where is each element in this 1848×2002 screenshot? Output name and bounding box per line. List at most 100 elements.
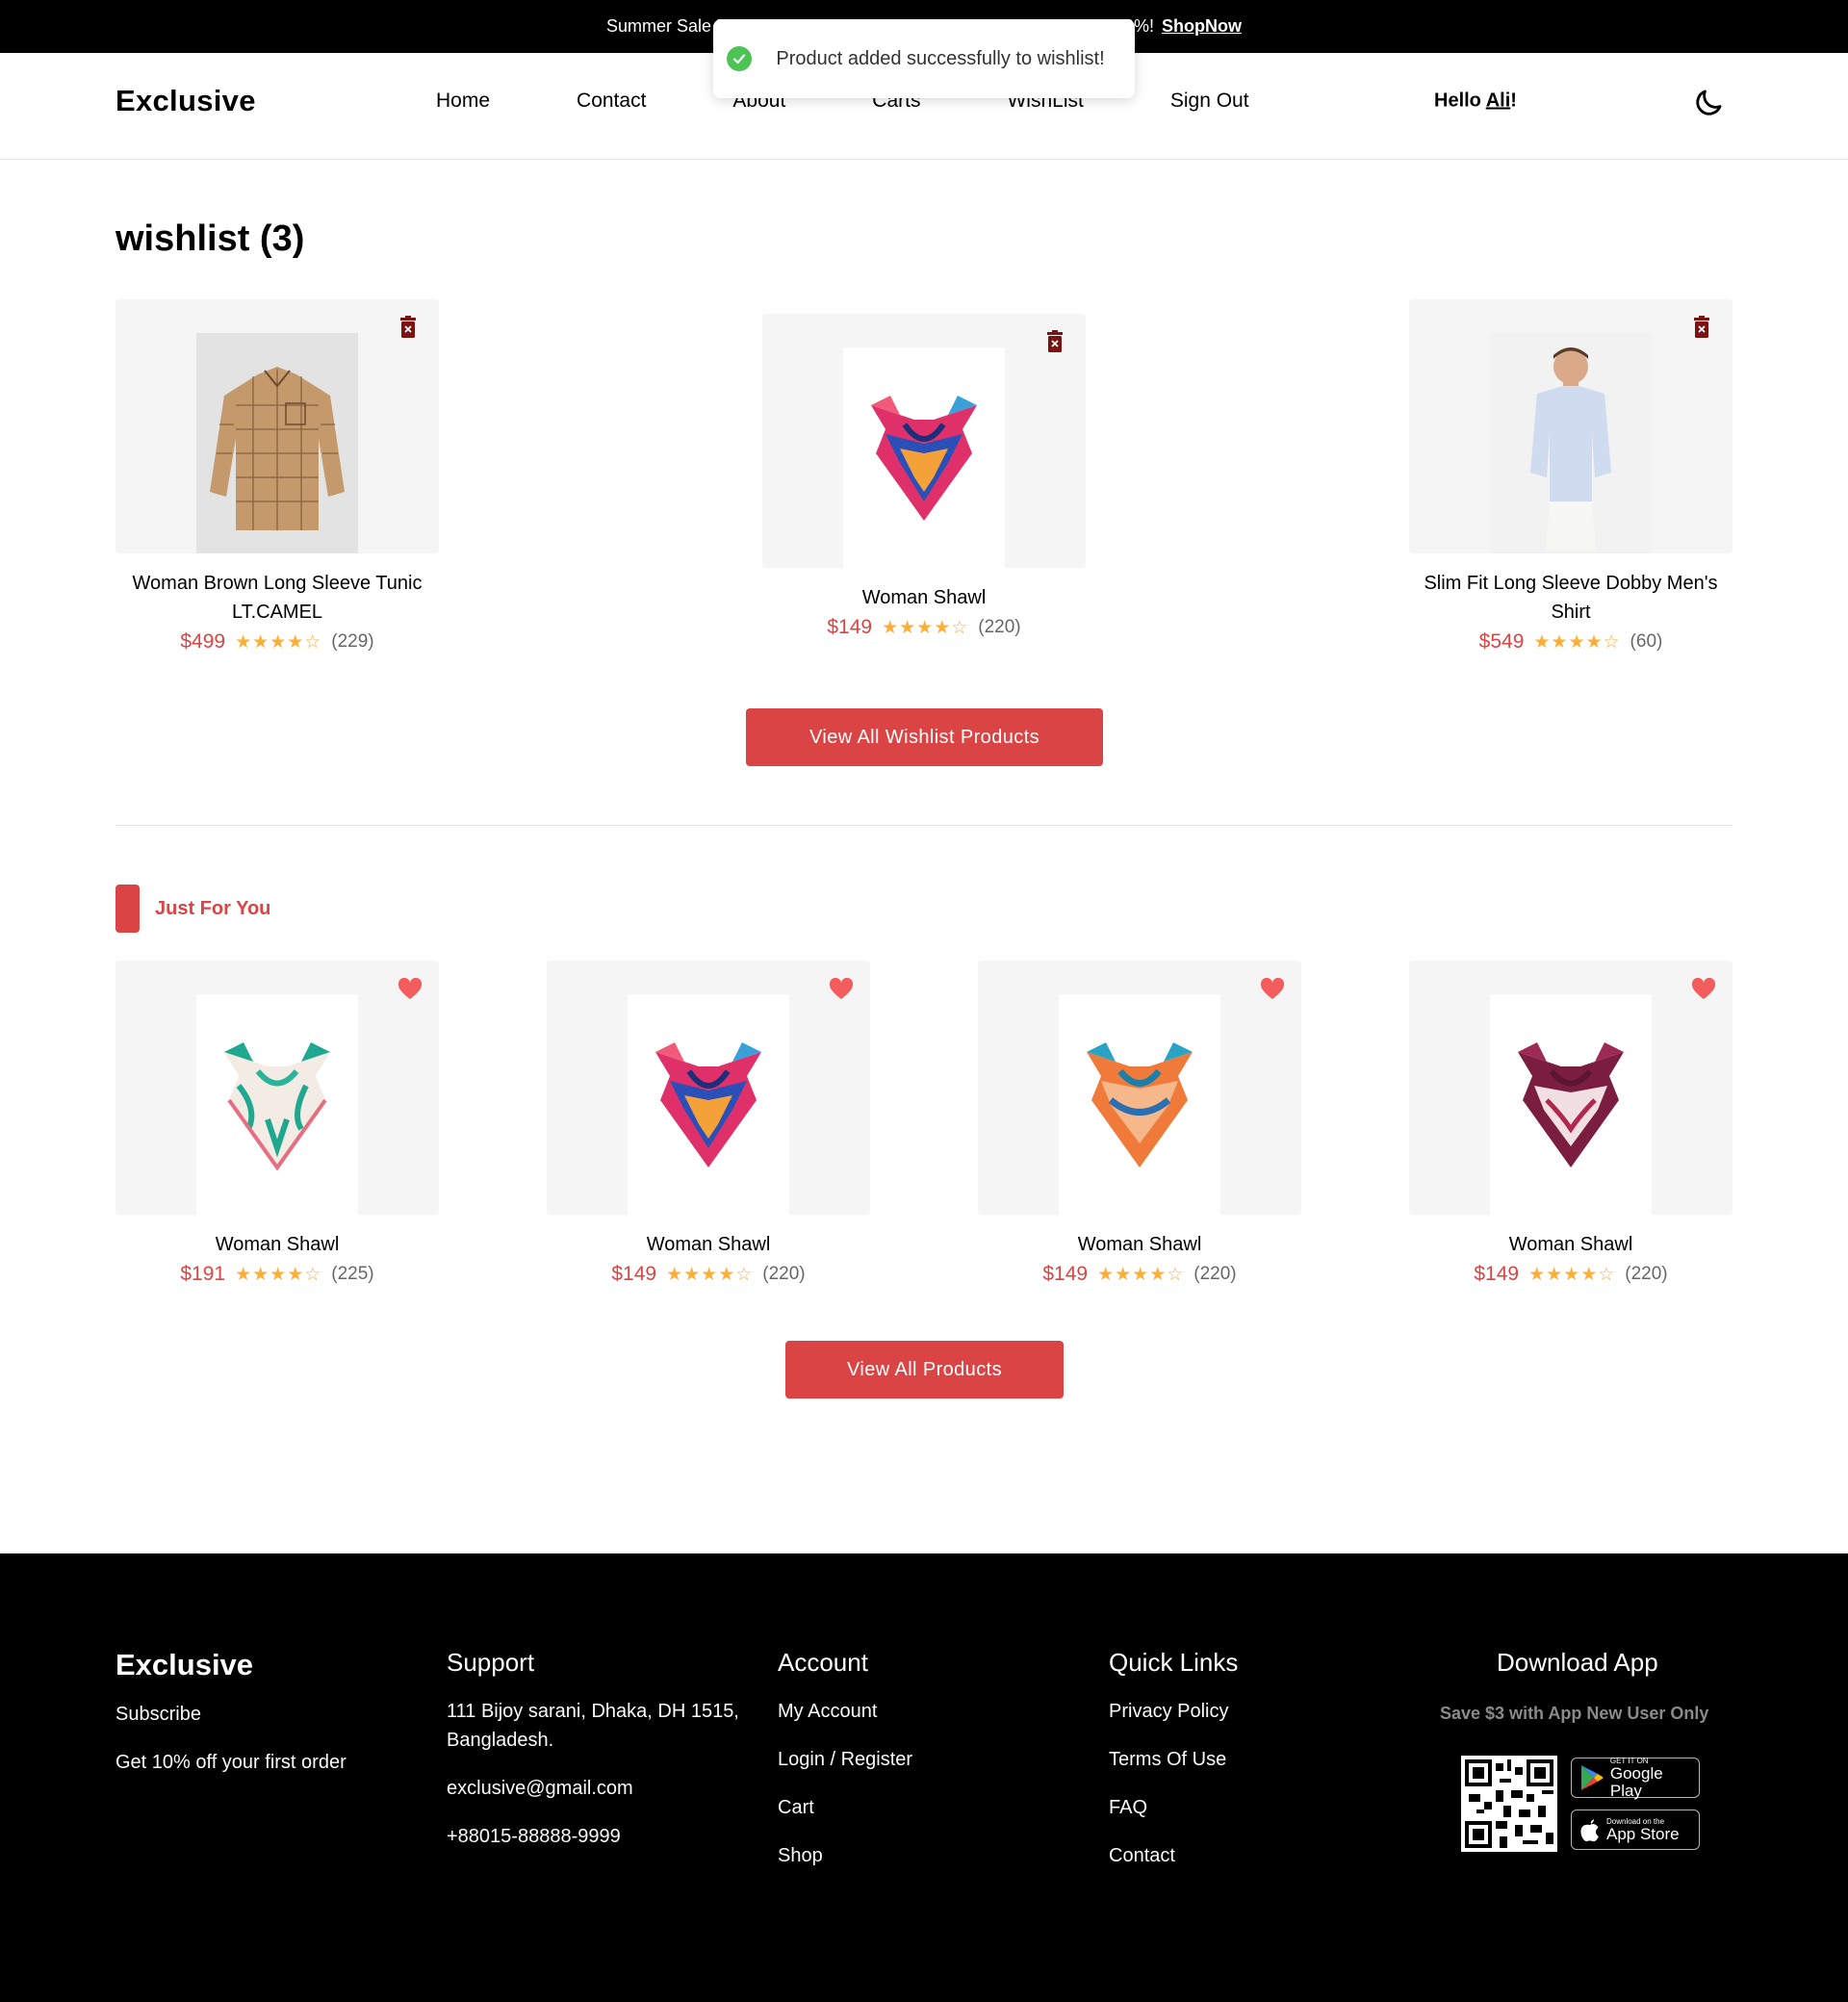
footer-download-title: Download App (1497, 1648, 1658, 1677)
footer-login-register-link[interactable]: Login / Register (778, 1749, 912, 1771)
wishlist-card[interactable]: Woman Shawl $149 ★★★★☆ (220) (762, 314, 1086, 639)
product-name[interactable]: Woman Shawl (978, 1230, 1301, 1259)
banner-text-start: Summer Sale F (605, 16, 727, 36)
heart-icon[interactable] (1691, 978, 1716, 1001)
footer-privacy-link[interactable]: Privacy Policy (1109, 1701, 1228, 1723)
product-image (1059, 994, 1220, 1215)
review-count: (220) (1194, 1264, 1237, 1284)
product-image (196, 994, 358, 1215)
product-image-box[interactable] (1409, 299, 1732, 553)
product-image-box[interactable] (978, 961, 1301, 1215)
product-image (196, 333, 358, 553)
footer-support-column: Support 111 Bijoy sarani, Dhaka, DH 1515… (447, 1648, 739, 1847)
product-meta: $149 ★★★★☆ (220) (547, 1263, 870, 1286)
nav-contact[interactable]: Contact (577, 90, 646, 113)
product-meta: $149 ★★★★☆ (220) (978, 1263, 1301, 1286)
heart-icon[interactable] (398, 978, 423, 1001)
product-meta: $191 ★★★★☆ (225) (116, 1263, 439, 1286)
view-all-wishlist-button[interactable]: View All Wishlist Products (746, 708, 1103, 766)
product-image (1490, 994, 1652, 1215)
google-play-icon (1580, 1765, 1604, 1790)
wishlist-card[interactable]: Slim Fit Long Sleeve Dobby Men's Shirt $… (1409, 299, 1732, 654)
footer-account-column: Account My Account Login / Register Cart… (778, 1648, 912, 1866)
product-price: $499 (180, 630, 226, 653)
footer-shop-link[interactable]: Shop (778, 1845, 823, 1867)
toast-message: Product added successfully to wishlist! (776, 47, 1105, 69)
review-count: (220) (1625, 1264, 1668, 1284)
section-accent-bar (116, 885, 140, 933)
product-price: $549 (1478, 630, 1525, 653)
user-greeting: Hello Ali! (1434, 90, 1517, 112)
footer-logo[interactable]: Exclusive (116, 1648, 253, 1682)
product-image (628, 994, 789, 1215)
product-card[interactable]: Woman Shawl $149 ★★★★☆ (220) (978, 961, 1301, 1286)
app-store-badge[interactable]: Download on the App Store (1571, 1810, 1700, 1850)
footer-quick-links-column: Quick Links Privacy Policy Terms Of Use … (1109, 1648, 1238, 1866)
heart-icon[interactable] (829, 978, 854, 1001)
wishlist-card[interactable]: Woman Brown Long Sleeve Tunic LT.CAMEL $… (116, 299, 439, 654)
review-count: (60) (1630, 631, 1663, 652)
product-name[interactable]: Woman Brown Long Sleeve Tunic LT.CAMEL (116, 569, 439, 627)
rating-stars-icon: ★★★★☆ (882, 617, 969, 638)
product-price: $149 (827, 616, 873, 638)
footer-support-title: Support (447, 1648, 535, 1677)
product-image-box[interactable] (762, 314, 1086, 568)
product-price: $191 (180, 1263, 226, 1285)
footer-my-account-link[interactable]: My Account (778, 1701, 877, 1723)
product-image-box[interactable] (547, 961, 870, 1215)
footer-faq-link[interactable]: FAQ (1109, 1797, 1147, 1819)
heart-icon[interactable] (1260, 978, 1285, 1001)
rating-stars-icon: ★★★★☆ (235, 1264, 322, 1285)
product-image (843, 347, 1005, 568)
footer-address-line1: 111 Bijoy sarani, Dhaka, DH 1515, (447, 1701, 739, 1722)
footer-offer: Get 10% off your first order (116, 1752, 346, 1773)
product-name[interactable]: Slim Fit Long Sleeve Dobby Men's Shirt (1409, 569, 1732, 627)
apple-icon (1580, 1819, 1599, 1842)
review-count: (220) (978, 617, 1021, 637)
nav-sign-out[interactable]: Sign Out (1170, 90, 1249, 113)
section-divider (116, 825, 1732, 826)
product-name[interactable]: Woman Shawl (1409, 1230, 1732, 1259)
google-play-big-text: Google Play (1609, 1763, 1663, 1800)
footer-email[interactable]: exclusive@gmail.com (447, 1778, 633, 1800)
trash-icon[interactable] (1045, 330, 1065, 353)
user-name-link[interactable]: Ali (1486, 90, 1511, 112)
footer-phone[interactable]: +88015-88888-9999 (447, 1826, 621, 1848)
product-name[interactable]: Woman Shawl (547, 1230, 870, 1259)
qr-code-icon (1461, 1756, 1557, 1852)
footer-subscribe[interactable]: Subscribe (116, 1704, 201, 1726)
product-name[interactable]: Woman Shawl (116, 1230, 439, 1259)
rating-stars-icon: ★★★★☆ (1533, 631, 1621, 653)
product-name[interactable]: Woman Shawl (762, 583, 1086, 612)
footer-cart-link[interactable]: Cart (778, 1797, 814, 1819)
product-image (1490, 333, 1652, 553)
product-card[interactable]: Woman Shawl $191 ★★★★☆ (225) (116, 961, 439, 1286)
product-card[interactable]: Woman Shawl $149 ★★★★☆ (220) (1409, 961, 1732, 1286)
footer-account-title: Account (778, 1648, 868, 1677)
footer-download-subtitle: Save $3 with App New User Only (1440, 1704, 1709, 1723)
product-image-box[interactable] (116, 961, 439, 1215)
product-price: $149 (611, 1263, 657, 1285)
product-card[interactable]: Woman Shawl $149 ★★★★☆ (220) (547, 961, 870, 1286)
footer-brand-column: Exclusive Subscribe Get 10% off your fir… (116, 1648, 346, 1773)
rating-stars-icon: ★★★★☆ (666, 1264, 754, 1285)
nav-home[interactable]: Home (436, 90, 490, 113)
success-check-icon (727, 46, 752, 71)
trash-icon[interactable] (1692, 316, 1711, 339)
product-price: $149 (1474, 1263, 1520, 1285)
product-price: $149 (1042, 1263, 1089, 1285)
view-all-products-button[interactable]: View All Products (785, 1341, 1064, 1399)
rating-stars-icon: ★★★★☆ (235, 631, 322, 653)
footer-terms-link[interactable]: Terms Of Use (1109, 1749, 1226, 1771)
review-count: (229) (331, 631, 374, 652)
trash-icon[interactable] (398, 316, 418, 339)
shop-now-link[interactable]: ShopNow (1162, 16, 1242, 37)
product-image-box[interactable] (116, 299, 439, 553)
product-image-box[interactable] (1409, 961, 1732, 1215)
product-meta: $149 ★★★★☆ (220) (762, 616, 1086, 639)
google-play-badge[interactable]: GET IT ON Google Play (1571, 1757, 1700, 1800)
site-logo[interactable]: Exclusive (116, 84, 256, 118)
moon-icon[interactable] (1692, 87, 1725, 119)
just-for-you-header: Just For You (116, 885, 270, 933)
footer-contact-link[interactable]: Contact (1109, 1845, 1175, 1867)
